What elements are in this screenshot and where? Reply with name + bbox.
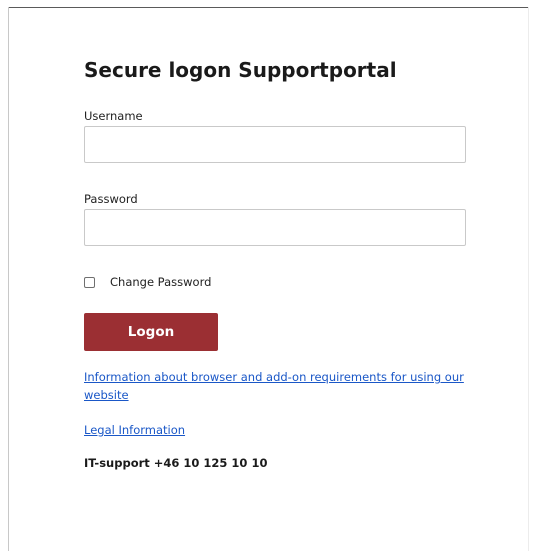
browser-requirements-link[interactable]: Information about browser and add-on req…: [84, 368, 474, 404]
window-top-border: [8, 7, 529, 8]
page-title: Secure logon Supportportal: [84, 58, 397, 82]
window-left-border: [8, 7, 9, 551]
change-password-checkbox[interactable]: [84, 276, 95, 288]
change-password-row[interactable]: Change Password: [84, 275, 211, 289]
change-password-label[interactable]: Change Password: [110, 275, 211, 289]
window-right-border: [528, 7, 529, 551]
username-input[interactable]: [84, 126, 466, 163]
password-input[interactable]: [84, 209, 466, 246]
it-support-phone: IT-support +46 10 125 10 10: [84, 456, 268, 470]
logon-button[interactable]: Logon: [84, 313, 218, 351]
password-label: Password: [84, 192, 138, 206]
username-label: Username: [84, 109, 143, 123]
legal-information-link[interactable]: Legal Information: [84, 421, 185, 439]
